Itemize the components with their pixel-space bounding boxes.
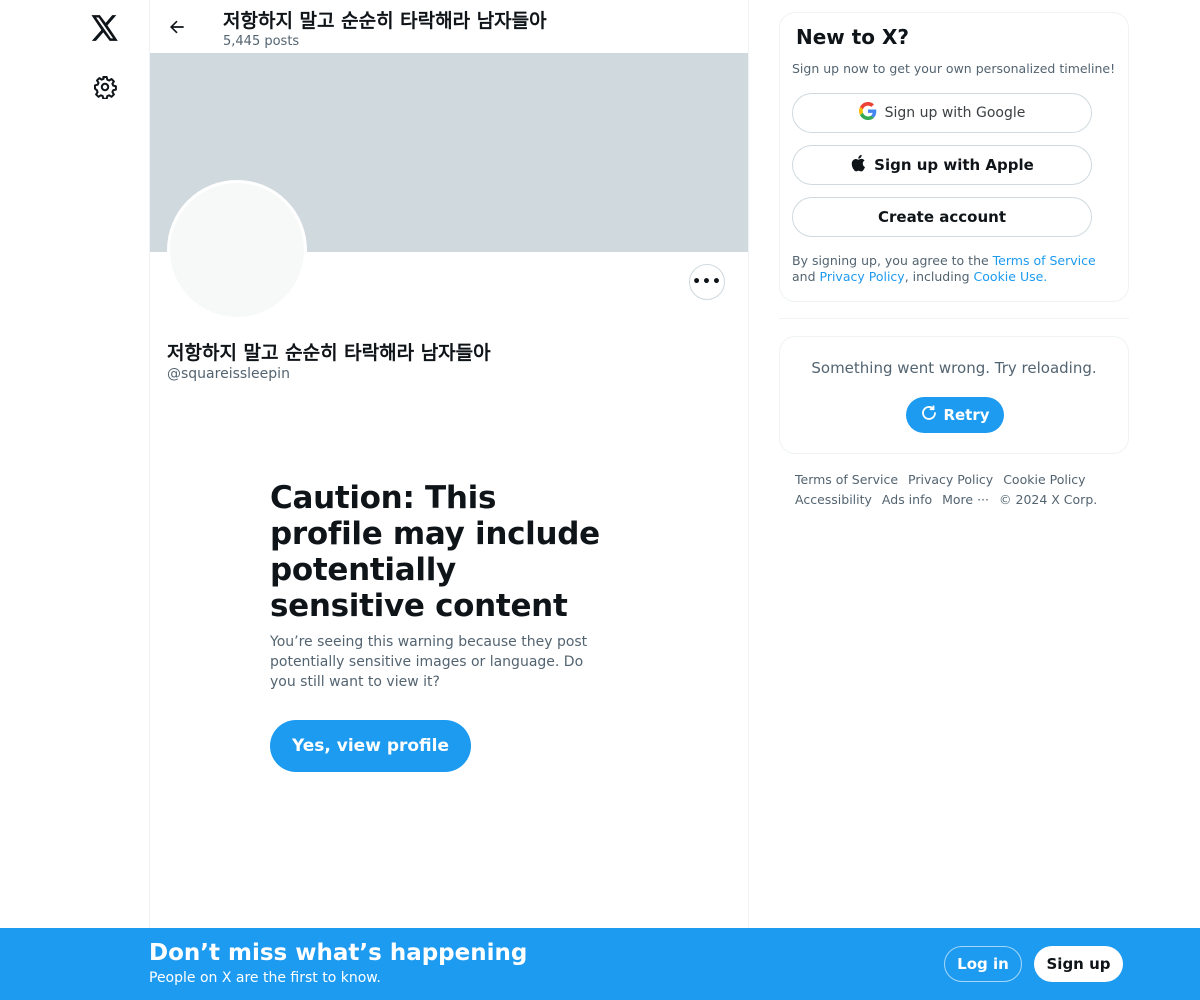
refresh-icon — [920, 404, 938, 426]
footer-terms-link[interactable]: Terms of Service — [795, 472, 898, 487]
bottom-signup-bar: Don’t miss what’s happening People on X … — [0, 928, 1200, 1000]
signup-button[interactable]: Sign up — [1034, 946, 1123, 982]
error-card: Something went wrong. Try reloading. Ret… — [779, 336, 1129, 454]
footer-ads-link[interactable]: Ads info — [882, 492, 932, 507]
footer-cookie-link[interactable]: Cookie Policy — [1003, 472, 1085, 487]
x-logo-icon[interactable] — [89, 12, 121, 44]
more-dots-icon[interactable]: ••• — [689, 264, 725, 300]
header-title: 저항하지 말고 순순히 타락해라 남자들아 — [223, 10, 547, 32]
cookie-use-link[interactable]: Cookie Use. — [974, 269, 1048, 284]
gear-icon[interactable] — [91, 73, 119, 101]
signup-google-button[interactable]: Sign up with Google — [792, 93, 1092, 133]
warning-body: You’re seeing this warning because they … — [270, 634, 588, 690]
privacy-policy-link[interactable]: Privacy Policy — [820, 269, 905, 284]
profile-display-name: 저항하지 말고 순순히 타락해라 남자들아 — [167, 342, 491, 364]
posts-count: 5,445 posts — [223, 34, 300, 49]
signup-apple-button[interactable]: Sign up with Apple — [792, 145, 1092, 185]
warning-title: Caution: This profile may include potent… — [270, 480, 600, 624]
left-rail — [0, 0, 149, 1000]
signup-google-label: Sign up with Google — [884, 105, 1026, 121]
retry-button[interactable]: Retry — [906, 397, 1004, 433]
google-icon — [858, 102, 877, 124]
create-account-button[interactable]: Create account — [792, 197, 1092, 237]
footer-more-link[interactable]: More ··· — [942, 492, 989, 507]
sidebar-divider — [779, 318, 1129, 319]
signup-card: New to X? Sign up now to get your own pe… — [779, 12, 1129, 302]
bottom-bar-subtitle: People on X are the first to know. — [149, 970, 381, 986]
footer-links: Terms of Service Privacy Policy Cookie Pol… — [795, 470, 1115, 510]
profile-handle: @squareissleepin — [167, 366, 290, 382]
terms-prefix: By signing up, you agree to the — [792, 253, 993, 268]
bottom-bar-title: Don’t miss what’s happening — [149, 940, 528, 966]
login-button[interactable]: Log in — [944, 946, 1022, 982]
terms-of-service-link[interactable]: Terms of Service — [993, 253, 1096, 268]
footer-copyright: © 2024 X Corp. — [999, 492, 1098, 507]
footer-accessibility-link[interactable]: Accessibility — [795, 492, 872, 507]
profile-header-bar: 저항하지 말고 순순히 타락해라 남자들아 5,445 posts — [150, 0, 748, 53]
signup-apple-label: Sign up with Apple — [874, 156, 1034, 174]
footer-privacy-link[interactable]: Privacy Policy — [908, 472, 993, 487]
signup-terms: By signing up, you agree to the Terms of… — [792, 253, 1122, 285]
apple-icon — [850, 154, 866, 176]
back-arrow-icon[interactable] — [162, 12, 192, 42]
sensitive-warning: Caution: This profile may include potent… — [270, 480, 610, 692]
avatar[interactable] — [167, 180, 307, 320]
view-profile-button[interactable]: Yes, view profile — [270, 720, 471, 772]
signup-card-title: New to X? — [796, 25, 910, 49]
terms-mid: , including — [904, 269, 974, 284]
retry-label: Retry — [943, 406, 990, 424]
error-message: Something went wrong. Try reloading. — [811, 359, 1097, 377]
profile-column: 저항하지 말고 순순히 타락해라 남자들아 5,445 posts ••• 저항… — [149, 0, 749, 1000]
terms-and: and — [792, 269, 820, 284]
signup-card-subtitle: Sign up now to get your own personalized… — [792, 61, 1116, 76]
